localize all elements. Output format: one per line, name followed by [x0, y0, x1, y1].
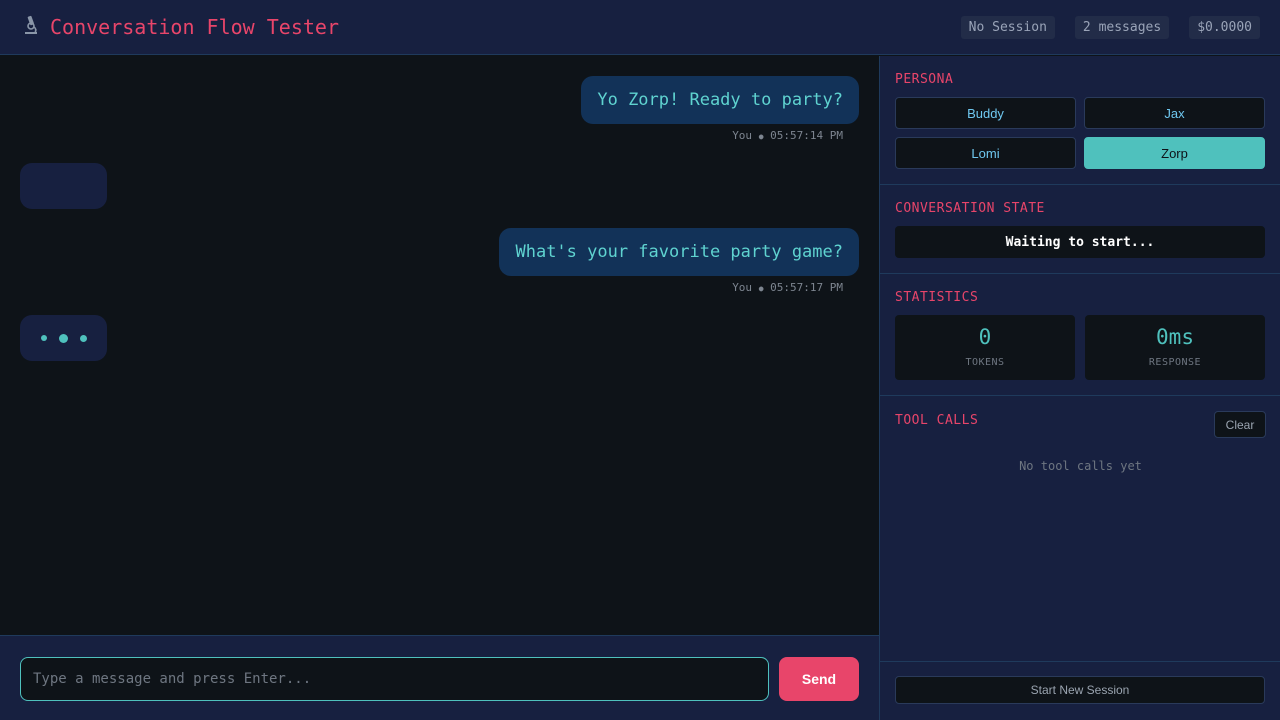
persona-section: PERSONA Buddy Jax Lomi Zorp — [880, 56, 1280, 185]
tool-calls-title: TOOL CALLS — [895, 413, 979, 428]
statistics-title: STATISTICS — [895, 290, 979, 305]
app-header: Conversation Flow Tester No Session 2 me… — [0, 0, 1280, 55]
message-meta: You ● 05:57:17 PM — [732, 281, 843, 294]
app-title: Conversation Flow Tester — [50, 15, 339, 39]
header-badges: No Session 2 messages $0.0000 — [960, 15, 1260, 39]
typing-dot — [79, 334, 87, 342]
input-bar: Send — [0, 635, 879, 720]
message-sender: You — [732, 281, 753, 294]
tokens-stat: 0 TOKENS — [895, 315, 1075, 380]
chat-area[interactable]: Yo Zorp! Ready to party? You ● 05:57:14 … — [0, 56, 879, 635]
response-label: RESPONSE — [1148, 357, 1202, 368]
message-count-badge: 2 messages — [1074, 15, 1170, 39]
statistics-section: STATISTICS 0 TOKENS 0ms RESPONSE — [880, 274, 1280, 396]
typing-indicator — [20, 315, 107, 361]
message-time: 05:57:14 PM — [770, 129, 843, 142]
conversation-state-value: Waiting to start... — [895, 226, 1265, 258]
sidebar-footer-divider — [880, 661, 1280, 662]
response-value: 0ms — [1156, 325, 1194, 349]
tool-calls-empty-text: No tool calls yet — [1019, 459, 1142, 473]
sidebar: PERSONA Buddy Jax Lomi Zorp CONVERSATION… — [879, 56, 1280, 720]
conversation-state-section: CONVERSATION STATE Waiting to start... — [880, 185, 1280, 274]
clear-tool-calls-button[interactable]: Clear — [1214, 411, 1266, 438]
persona-button-buddy[interactable]: Buddy — [895, 97, 1076, 129]
response-stat: 0ms RESPONSE — [1085, 315, 1265, 380]
brand: Conversation Flow Tester — [20, 15, 339, 40]
typing-dot — [58, 333, 68, 343]
typing-dot — [40, 335, 47, 341]
message-sender: You — [732, 129, 753, 142]
tokens-value: 0 — [978, 325, 992, 349]
message-time: 05:57:17 PM — [770, 281, 843, 294]
persona-button-lomi[interactable]: Lomi — [895, 137, 1076, 169]
user-message: What's your favorite party game? — [499, 228, 859, 276]
meta-separator: ● — [758, 132, 764, 141]
conversation-state-title: CONVERSATION STATE — [895, 201, 1045, 216]
session-status-badge: No Session — [960, 15, 1055, 39]
meta-separator: ● — [758, 284, 764, 293]
message-input[interactable] — [20, 657, 769, 701]
user-message: Yo Zorp! Ready to party? — [581, 76, 859, 124]
cost-badge: $0.0000 — [1189, 15, 1260, 39]
persona-button-jax[interactable]: Jax — [1084, 97, 1265, 129]
start-new-session-button[interactable]: Start New Session — [895, 676, 1265, 704]
persona-button-zorp[interactable]: Zorp — [1084, 137, 1265, 169]
persona-title: PERSONA — [895, 72, 954, 87]
tokens-label: TOKENS — [965, 357, 1005, 368]
send-button[interactable]: Send — [779, 657, 859, 701]
message-meta: You ● 05:57:14 PM — [732, 129, 843, 142]
bot-message — [20, 163, 107, 209]
microscope-icon — [20, 15, 42, 40]
